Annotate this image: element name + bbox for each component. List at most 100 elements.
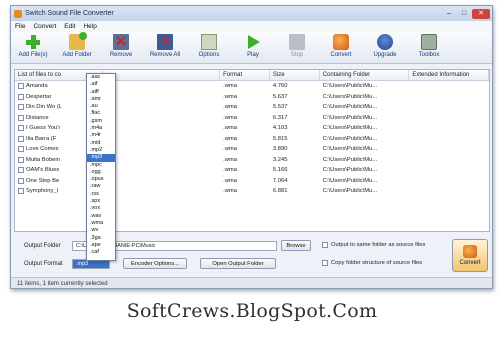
options-button[interactable]: Options — [189, 34, 229, 58]
menu-convert[interactable]: Convert — [33, 23, 56, 30]
toolbar: Add File(s) Add Folder Remove Remove All… — [11, 32, 492, 64]
row-folder: C:\Users\Public\Mu... — [322, 135, 378, 142]
format-option[interactable]: .vox — [87, 205, 115, 212]
format-option[interactable]: .raw — [87, 183, 115, 190]
column-header-folder[interactable]: Containing Folder — [320, 70, 410, 80]
menu-file[interactable]: File — [15, 23, 25, 30]
format-option[interactable]: .wma — [87, 220, 115, 227]
row-checkbox[interactable] — [18, 156, 24, 163]
upgrade-button[interactable]: Upgrade — [365, 34, 405, 58]
copy-structure-checkbox[interactable]: Copy folder structure of source files — [322, 260, 422, 266]
format-option[interactable]: .gsm — [87, 118, 115, 125]
format-option[interactable]: .mp2 — [87, 147, 115, 154]
convert-icon — [463, 245, 477, 258]
format-option[interactable]: .aiff — [87, 89, 115, 96]
row-format: .wma — [223, 156, 237, 163]
add-folder-button[interactable]: Add Folder — [57, 32, 97, 58]
format-option[interactable]: .m4a — [87, 125, 115, 132]
encoder-options-button[interactable]: Encoder Options... — [123, 258, 187, 269]
row-format: .wma — [223, 83, 237, 90]
open-output-folder-button[interactable]: Open Output Folder — [200, 258, 276, 269]
row-folder: C:\Users\Public\Mu... — [322, 104, 378, 111]
row-folder: C:\Users\Public\Mu... — [322, 156, 378, 163]
format-option[interactable]: .aac — [87, 74, 115, 81]
row-name: Amanda — [26, 83, 48, 90]
row-format: .wma — [223, 177, 237, 184]
row-checkbox[interactable] — [18, 104, 24, 111]
maximize-button[interactable]: □ — [457, 9, 471, 19]
row-format: .wma — [223, 125, 237, 132]
format-option[interactable]: .au — [87, 103, 115, 110]
row-folder: C:\Users\Public\Mu... — [322, 167, 378, 174]
column-header-size[interactable]: Size — [270, 70, 320, 80]
format-option[interactable]: .ape — [87, 242, 115, 249]
add-files-button[interactable]: Add File(s) — [13, 34, 53, 58]
window-title: Switch Sound File Converter — [25, 10, 114, 17]
browse-button[interactable]: Browse — [281, 240, 311, 251]
upgrade-icon — [377, 34, 393, 50]
format-option[interactable]: .amr — [87, 96, 115, 103]
column-header-extended[interactable]: Extended Information — [409, 70, 489, 80]
menu-edit[interactable]: Edit — [64, 23, 75, 30]
menu-bar: File Convert Edit Help — [11, 21, 492, 32]
row-name: Muita Bobein — [26, 156, 60, 163]
convert-button[interactable]: Convert — [452, 239, 488, 272]
column-header-spacer — [103, 70, 221, 80]
row-checkbox[interactable] — [18, 125, 24, 132]
row-checkbox[interactable] — [18, 167, 24, 174]
row-size: 6.881 — [272, 188, 288, 195]
row-checkbox[interactable] — [18, 114, 24, 121]
format-option[interactable]: .wv — [87, 227, 115, 234]
row-folder: C:\Users\Public\Mu... — [322, 146, 378, 153]
play-button[interactable]: Play — [233, 34, 273, 58]
remove-all-button[interactable]: Remove All — [145, 34, 185, 58]
remove-button[interactable]: Remove — [101, 33, 141, 58]
row-format: .wma — [223, 146, 237, 153]
format-option[interactable]: .caf — [87, 249, 115, 256]
title-bar: Switch Sound File Converter – □ ✕ — [11, 6, 492, 21]
stop-button[interactable]: Stop — [277, 34, 317, 58]
row-size: 4.760 — [272, 83, 288, 90]
row-checkbox[interactable] — [18, 83, 24, 90]
format-option[interactable]: .spx — [87, 198, 115, 205]
row-size: 7.064 — [272, 177, 288, 184]
same-folder-checkbox[interactable]: Output to same folder as source files — [322, 242, 425, 248]
format-option[interactable]: .rss — [87, 191, 115, 198]
close-button[interactable]: ✕ — [472, 8, 490, 19]
row-size: 5.166 — [272, 167, 288, 174]
row-checkbox[interactable] — [18, 93, 24, 100]
format-option[interactable]: .m4r — [87, 132, 115, 139]
convert-toolbar-button[interactable]: Convert — [321, 34, 361, 58]
format-option[interactable]: .mid — [87, 140, 115, 147]
same-folder-check[interactable] — [322, 242, 328, 248]
row-format: .wma — [223, 114, 237, 121]
menu-help[interactable]: Help — [83, 23, 96, 30]
toolbox-button[interactable]: Toolbox — [409, 34, 449, 58]
row-folder: C:\Users\Public\Mu... — [322, 188, 378, 195]
row-checkbox[interactable] — [18, 177, 24, 184]
column-header-format[interactable]: Format — [220, 70, 270, 80]
output-format-dropdown-list[interactable]: .aac .aif .aiff .amr .au .flac .gsm .m4a .m4r .mi… — [86, 73, 116, 261]
format-option[interactable]: .aif — [87, 81, 115, 88]
row-folder: C:\Users\Public\Mu... — [322, 93, 378, 100]
remove-all-icon — [157, 34, 173, 50]
row-format: .wma — [223, 188, 237, 195]
format-option[interactable]: .opus — [87, 176, 115, 183]
minimize-button[interactable]: – — [442, 9, 456, 19]
app-window: Switch Sound File Converter – □ ✕ File C… — [10, 5, 493, 289]
row-name: Love Comes — [26, 146, 59, 153]
row-checkbox[interactable] — [18, 146, 24, 153]
format-option[interactable]: .ogg — [87, 169, 115, 176]
row-checkbox[interactable] — [18, 188, 24, 195]
copy-structure-check[interactable] — [322, 260, 328, 266]
row-checkbox[interactable] — [18, 135, 24, 142]
format-option[interactable]: .mp3 — [87, 154, 115, 162]
format-option[interactable]: .3ga — [87, 235, 115, 242]
format-option[interactable]: .wav — [87, 213, 115, 220]
row-format: .wma — [223, 167, 237, 174]
row-folder: C:\Users\Public\Mu... — [322, 125, 378, 132]
row-size: 3.245 — [272, 156, 288, 163]
format-option[interactable]: .mpc — [87, 162, 115, 169]
format-option[interactable]: .flac — [87, 110, 115, 117]
row-name: Ilia Barra (F — [26, 135, 57, 142]
